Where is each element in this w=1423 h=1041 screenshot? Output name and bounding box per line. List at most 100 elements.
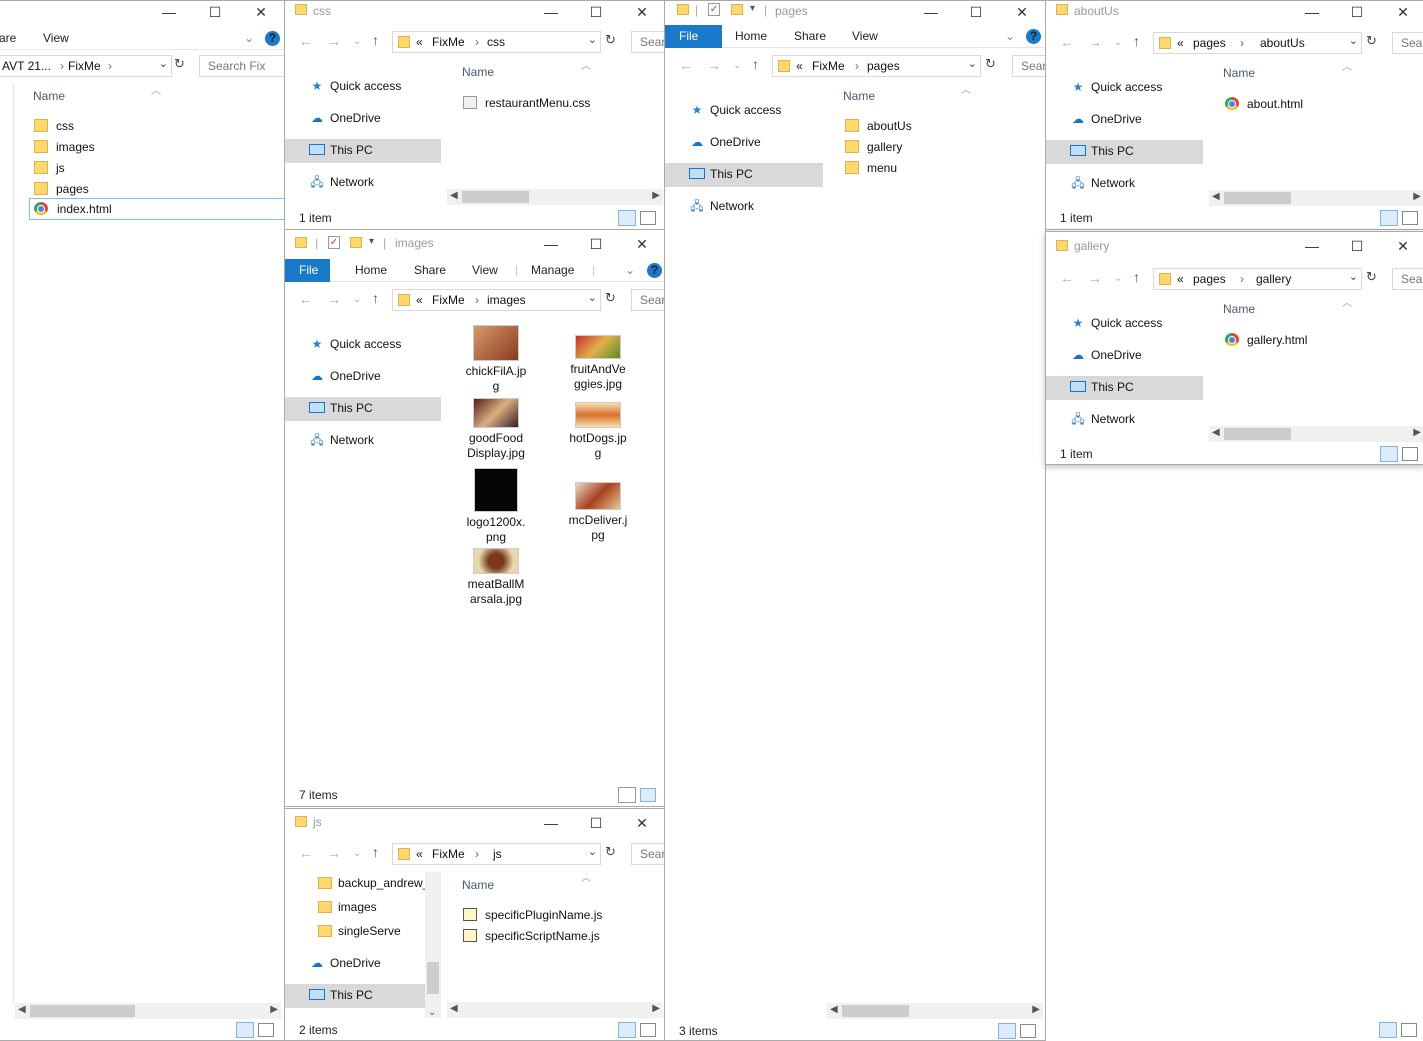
details-view-icon[interactable] xyxy=(618,1022,636,1038)
breadcrumb-parent[interactable]: AVT 21... xyxy=(2,59,51,73)
column-header-name[interactable]: Name xyxy=(843,89,875,103)
details-view-icon[interactable] xyxy=(618,787,636,803)
tab-home[interactable]: Home xyxy=(735,29,767,43)
view-switcher[interactable] xyxy=(618,1022,658,1038)
scroll-thumb[interactable] xyxy=(462,191,529,203)
scroll-thumb[interactable] xyxy=(842,1005,909,1017)
address-bar[interactable]: « FixMe › css ⌄ xyxy=(392,31,601,53)
view-switcher[interactable] xyxy=(1379,1022,1419,1038)
maximize-button[interactable]: ☐ xyxy=(578,233,614,259)
minimize-button[interactable]: — xyxy=(1294,235,1330,261)
horizontal-scrollbar[interactable]: ◀ ▶ xyxy=(447,189,663,205)
close-button[interactable]: ✕ xyxy=(243,1,279,27)
column-header-name[interactable]: Name xyxy=(462,65,494,79)
large-icons-view-icon[interactable] xyxy=(640,788,656,802)
chevron-down-icon[interactable]: ⌄ xyxy=(244,31,254,45)
address-bar[interactable]: « FixMe › pages ⌄ xyxy=(772,55,981,77)
nav-network[interactable]: 🖧 Network xyxy=(1046,172,1203,196)
nav-onedrive[interactable]: ☁ OneDrive xyxy=(665,131,823,155)
customize-toolbar-icon[interactable]: ▾ xyxy=(369,236,374,247)
column-header-name[interactable]: Name xyxy=(1223,66,1255,80)
aboutus-titlebar[interactable]: aboutUs — ☐ ✕ xyxy=(1046,1,1423,31)
back-arrow-icon[interactable]: ← xyxy=(679,57,693,73)
breadcrumb-fixme[interactable]: FixMe xyxy=(432,293,465,307)
address-dropdown-icon[interactable]: ⌄ xyxy=(968,57,977,70)
close-button[interactable]: ✕ xyxy=(624,1,660,27)
address-bar[interactable]: « pages › gallery ⌄ xyxy=(1153,268,1362,290)
forward-arrow-icon[interactable]: → xyxy=(327,291,341,307)
scroll-thumb[interactable] xyxy=(1224,192,1291,204)
horizontal-scrollbar[interactable]: ◀ ▶ xyxy=(15,1003,281,1019)
image-tile[interactable]: logo1200x. png xyxy=(461,468,531,545)
breadcrumb-fixme[interactable]: FixMe xyxy=(812,59,845,73)
scroll-left-icon[interactable]: ◀ xyxy=(830,1004,838,1015)
forward-arrow-icon[interactable]: → xyxy=(327,33,341,49)
back-arrow-icon[interactable]: ← xyxy=(1060,34,1074,50)
maximize-button[interactable]: ☐ xyxy=(1339,235,1375,261)
nav-this-pc[interactable]: This PC xyxy=(1046,140,1203,164)
details-view-icon[interactable] xyxy=(1380,446,1398,462)
nav-quick-access[interactable]: ★ Quick access xyxy=(285,75,441,99)
images-titlebar[interactable]: | ✓ ▾ | images — ☐ ✕ xyxy=(285,230,664,260)
breadcrumb-current[interactable]: aboutUs xyxy=(1260,36,1305,50)
search-input[interactable]: Search xyxy=(631,843,664,865)
minimize-button[interactable]: — xyxy=(533,233,569,259)
recent-dropdown-icon[interactable]: ⌄ xyxy=(353,294,361,305)
minimize-button[interactable]: — xyxy=(533,1,569,27)
forward-arrow-icon[interactable]: → xyxy=(327,845,341,861)
maximize-button[interactable]: ☐ xyxy=(578,812,614,838)
nav-quick-access[interactable]: ★ Quick access xyxy=(665,99,823,123)
address-dropdown-icon[interactable]: ⌄ xyxy=(159,57,168,70)
image-tile[interactable]: meatBallM arsala.jpg xyxy=(461,548,531,607)
breadcrumb-overflow[interactable]: « xyxy=(416,847,423,861)
refresh-icon[interactable]: ↻ xyxy=(1366,269,1377,285)
breadcrumb-overflow[interactable]: « xyxy=(1177,272,1184,286)
tab-file[interactable]: File xyxy=(665,25,722,48)
nav-quick-access[interactable]: ★ Quick access xyxy=(1046,312,1203,336)
column-header-name[interactable]: Name xyxy=(462,878,494,892)
address-dropdown-icon[interactable]: ⌄ xyxy=(588,291,597,304)
nav-folder-backup[interactable]: backup_andrew_ xyxy=(285,872,429,896)
refresh-icon[interactable]: ↻ xyxy=(605,32,616,48)
minimize-button[interactable]: — xyxy=(1294,1,1330,27)
tab-share[interactable]: Share xyxy=(414,263,446,277)
nav-quick-access[interactable]: ★ Quick access xyxy=(1046,76,1203,100)
refresh-icon[interactable]: ↻ xyxy=(605,290,616,306)
breadcrumb-current[interactable]: FixMe xyxy=(68,59,101,73)
breadcrumb-overflow[interactable]: « xyxy=(416,293,423,307)
nav-network[interactable]: 🖧 Network xyxy=(665,195,823,219)
image-tile[interactable]: goodFood Display.jpg xyxy=(461,398,531,461)
minimize-button[interactable]: — xyxy=(913,1,949,27)
up-arrow-icon[interactable]: ↑ xyxy=(752,56,759,72)
nav-onedrive[interactable]: ☁ OneDrive xyxy=(1046,344,1203,368)
large-icons-view-icon[interactable] xyxy=(1402,211,1418,225)
properties-icon[interactable]: ✓ xyxy=(708,3,720,16)
large-icons-view-icon[interactable] xyxy=(258,1023,274,1037)
breadcrumb-overflow[interactable]: « xyxy=(1177,36,1184,50)
breadcrumb-current[interactable]: gallery xyxy=(1256,272,1291,286)
breadcrumb-fixme[interactable]: FixMe xyxy=(432,847,465,861)
chevron-down-icon[interactable]: ⌄ xyxy=(625,263,635,277)
image-tile[interactable]: chickFilA.jp g xyxy=(461,325,531,394)
js-titlebar[interactable]: js — ☐ ✕ xyxy=(285,809,664,839)
recent-dropdown-icon[interactable]: ⌄ xyxy=(353,36,361,47)
breadcrumb-current[interactable]: css xyxy=(487,35,505,49)
chevron-down-icon[interactable]: ⌄ xyxy=(1005,29,1015,43)
details-view-icon[interactable] xyxy=(236,1022,254,1038)
large-icons-view-icon[interactable] xyxy=(640,1023,656,1037)
scroll-right-icon[interactable]: ▶ xyxy=(1413,427,1421,438)
refresh-icon[interactable]: ↻ xyxy=(985,56,996,72)
scroll-right-icon[interactable]: ▶ xyxy=(270,1004,278,1015)
tab-home[interactable]: Home xyxy=(355,263,387,277)
nav-quick-access[interactable]: ★ Quick access xyxy=(285,333,441,357)
css-titlebar[interactable]: css — ☐ ✕ xyxy=(285,1,664,31)
maximize-button[interactable]: ☐ xyxy=(197,1,233,27)
maximize-button[interactable]: ☐ xyxy=(1339,1,1375,27)
tab-share[interactable]: are xyxy=(0,31,16,45)
refresh-icon[interactable]: ↻ xyxy=(605,844,616,860)
recent-dropdown-icon[interactable]: ⌄ xyxy=(733,60,741,71)
up-arrow-icon[interactable]: ↑ xyxy=(1133,269,1140,285)
column-header-name[interactable]: Name xyxy=(1223,302,1255,316)
column-header-name[interactable]: Name xyxy=(33,89,65,103)
scroll-left-icon[interactable]: ◀ xyxy=(450,190,458,201)
